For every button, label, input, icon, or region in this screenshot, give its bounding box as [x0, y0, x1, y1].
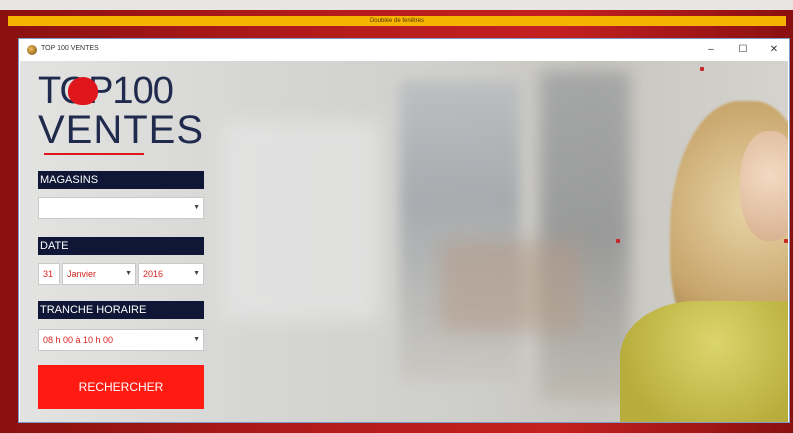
tranche-horaire-label: TRANCHE HORAIRE	[38, 301, 204, 319]
logo-line2: VENTES	[38, 108, 205, 152]
model-image	[740, 131, 788, 241]
close-button[interactable]: ✕	[763, 42, 785, 58]
search-button[interactable]: RECHERCHER	[38, 365, 204, 409]
year-select[interactable]: 2016 ▼	[138, 263, 204, 285]
top-strip	[0, 0, 793, 10]
minimize-button[interactable]: –	[700, 42, 722, 58]
background-image	[540, 71, 630, 401]
magasins-select[interactable]: ▼	[38, 197, 204, 219]
month-value: Janvier	[67, 269, 97, 279]
dropdown-arrow-icon: ▼	[125, 270, 132, 277]
year-value: 2016	[143, 269, 164, 279]
logo-line1: TOP100	[38, 70, 174, 112]
resize-handle[interactable]	[616, 239, 620, 243]
day-field[interactable]: 31	[38, 263, 60, 285]
heart-icon	[68, 77, 98, 105]
maximize-button[interactable]: ☐	[732, 42, 754, 58]
designer-title-bar: Doublée de fenêtres	[8, 16, 786, 26]
resize-handle[interactable]	[784, 239, 788, 243]
magasins-label: MAGASINS	[38, 171, 204, 189]
resize-handle[interactable]	[700, 67, 704, 71]
background-image	[440, 241, 580, 331]
dropdown-arrow-icon: ▼	[193, 204, 200, 211]
app-window: TOP 100 VENTES – ☐ ✕ TOP100 VENTES MAGAS…	[18, 38, 790, 423]
month-select[interactable]: Janvier ▼	[62, 263, 136, 285]
main-content: TOP100 VENTES MAGASINS ▼ DATE 31 Janvier…	[20, 61, 788, 422]
window-title: TOP 100 VENTES	[41, 45, 99, 52]
tranche-horaire-value: 08 h 00 à 10 h 00	[43, 335, 114, 345]
app-icon	[27, 45, 37, 55]
logo-underline	[44, 153, 144, 155]
top100-logo: TOP100 VENTES	[38, 71, 208, 159]
model-image	[620, 301, 788, 422]
window-titlebar[interactable]: TOP 100 VENTES – ☐ ✕	[19, 39, 789, 61]
day-value: 31	[43, 269, 54, 279]
dropdown-arrow-icon: ▼	[193, 270, 200, 277]
background-image	[400, 81, 520, 381]
dropdown-arrow-icon: ▼	[193, 336, 200, 343]
date-label: DATE	[38, 237, 204, 255]
tranche-horaire-select[interactable]: 08 h 00 à 10 h 00 ▼	[38, 329, 204, 351]
background-image	[220, 121, 380, 321]
